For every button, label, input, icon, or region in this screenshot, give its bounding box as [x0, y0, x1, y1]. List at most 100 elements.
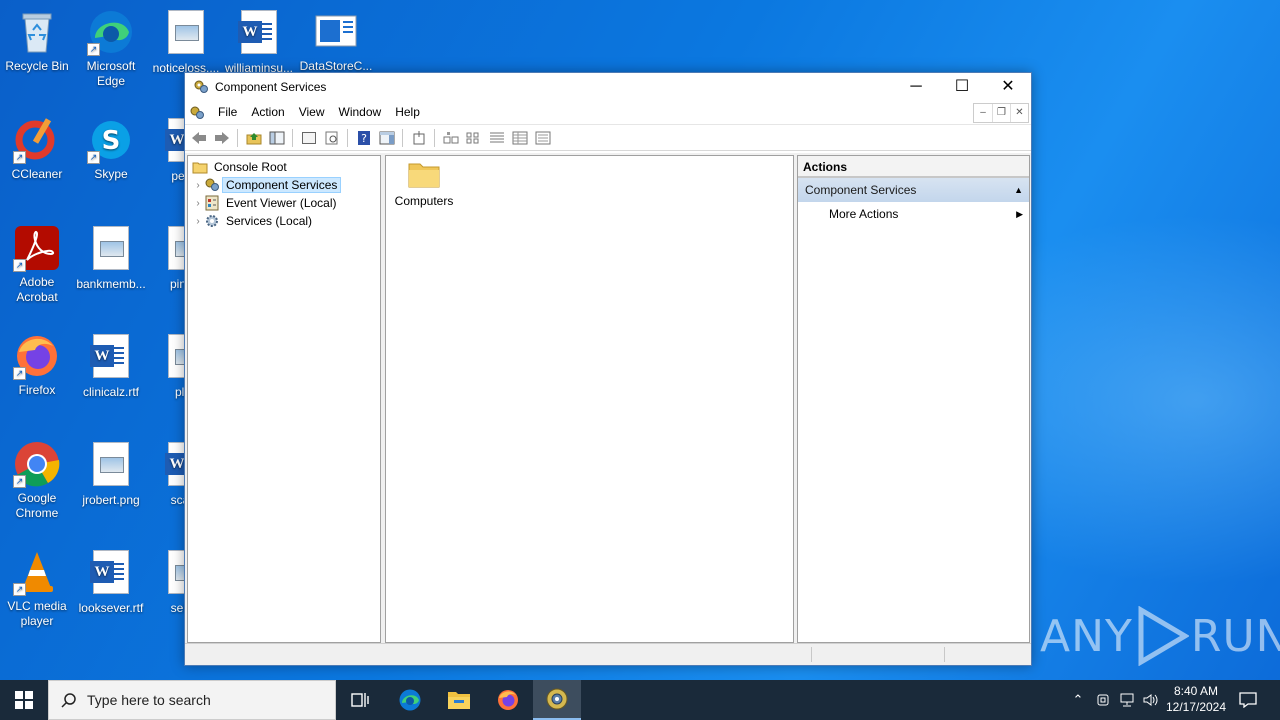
- mmc-icon[interactable]: [189, 105, 205, 121]
- windows-logo-icon: [15, 691, 33, 709]
- taskbar-firefox-button[interactable]: [484, 680, 532, 720]
- desktop-icon-skype[interactable]: S ↗ Skype: [74, 116, 148, 182]
- datastore-icon: [312, 8, 360, 56]
- tray-network-adapter[interactable]: [1092, 680, 1114, 720]
- edge-icon: ↗: [87, 8, 135, 56]
- show-hide-action-pane-button[interactable]: [377, 128, 396, 147]
- search-icon: [61, 693, 76, 708]
- maximize-button[interactable]: ☐: [939, 73, 985, 101]
- toolbar-separator: [237, 128, 238, 147]
- taskbar-clock[interactable]: 8:40 AM 12/17/2024: [1158, 683, 1234, 715]
- desktop-icon-firefox[interactable]: ↗ Firefox: [0, 332, 74, 398]
- desktop-icon-microsoft-edge[interactable]: ↗ Microsoft Edge: [74, 8, 148, 89]
- taskbar-file-explorer-button[interactable]: [435, 680, 483, 720]
- vlc-icon: ↗: [13, 548, 61, 596]
- small-icons-button[interactable]: [464, 128, 483, 147]
- folder-icon: [408, 160, 440, 188]
- tree-item-services-local[interactable]: › Services (Local): [192, 212, 312, 230]
- refresh-button[interactable]: [322, 128, 341, 147]
- watermark-text-right: RUN: [1190, 610, 1280, 662]
- desktop-icon-jrobert[interactable]: jrobert.png: [74, 440, 148, 508]
- desktop-icon-label: clinicalz.rtf: [82, 385, 139, 399]
- desktop-icon-adobe-acrobat[interactable]: ↗ Adobe Acrobat: [0, 224, 74, 305]
- task-view-button[interactable]: [336, 680, 384, 720]
- mdi-restore-button[interactable]: ❐: [992, 104, 1010, 122]
- toolbar: ?: [185, 125, 1031, 151]
- desktop-icon-label: Recycle Bin: [5, 59, 69, 73]
- submenu-arrow-icon: ▶: [1016, 209, 1023, 219]
- action-more-actions[interactable]: More Actions ▶: [798, 202, 1029, 226]
- title-bar[interactable]: Component Services ─ ☐ ✕: [185, 73, 1031, 101]
- taskbar: Type here to search ⌃ 8:40 AM 12/17/2024: [0, 680, 1280, 720]
- tree-item-console-root[interactable]: Console Root: [192, 158, 287, 176]
- chevron-right-icon[interactable]: ›: [192, 180, 204, 191]
- tree-item-component-services[interactable]: › Component Services: [192, 176, 342, 194]
- menu-window[interactable]: Window: [332, 105, 389, 119]
- mdi-controls: – ❐ ✕: [973, 103, 1029, 123]
- close-button[interactable]: ✕: [985, 73, 1031, 101]
- minimize-button[interactable]: ─: [893, 73, 939, 101]
- desktop-icon-recycle-bin[interactable]: Recycle Bin: [0, 8, 74, 74]
- desktop-icon-label: Skype: [94, 167, 128, 181]
- desktop-icon-noticeloss[interactable]: noticeloss....: [149, 8, 223, 76]
- services-gear-icon: [204, 213, 220, 229]
- result-item-computers[interactable]: Computers: [394, 160, 454, 208]
- status-bar: [185, 643, 1031, 665]
- desktop-icon-vlc[interactable]: ↗ VLC media player: [0, 548, 74, 629]
- taskbar-search-box[interactable]: Type here to search: [48, 680, 336, 720]
- tree-item-event-viewer[interactable]: › Event Viewer (Local): [192, 194, 337, 212]
- toolbar-separator: [347, 128, 348, 147]
- image-file-icon: [168, 10, 204, 54]
- new-window-button[interactable]: [409, 128, 428, 147]
- desktop-icon-label: looksever.rtf: [78, 601, 144, 615]
- taskbar-component-services-button[interactable]: [533, 680, 581, 720]
- status-bar-divider: [944, 647, 945, 662]
- export-list-button[interactable]: [533, 128, 552, 147]
- taskbar-edge-button[interactable]: [386, 680, 434, 720]
- properties-button[interactable]: [299, 128, 318, 147]
- back-button[interactable]: [189, 128, 208, 147]
- forward-button[interactable]: [212, 128, 231, 147]
- large-icons-button[interactable]: [441, 128, 460, 147]
- anyrun-watermark: ANY RUN: [1040, 606, 1280, 666]
- desktop-icon-label: Google Chrome: [15, 491, 59, 520]
- desktop-icon-williaminsu[interactable]: W williaminsu...: [222, 8, 296, 76]
- list-view-button[interactable]: [487, 128, 506, 147]
- desktop-icon-label: Firefox: [18, 383, 56, 397]
- task-view-icon: [351, 693, 369, 707]
- chevron-right-icon[interactable]: ›: [192, 198, 204, 209]
- menu-help[interactable]: Help: [388, 105, 427, 119]
- desktop-icon-datastore[interactable]: DataStoreC...: [299, 8, 373, 74]
- desktop-icon-label: VLC media player: [7, 599, 67, 628]
- action-center-button[interactable]: [1234, 680, 1262, 720]
- actions-section-component-services[interactable]: Component Services ▲: [798, 178, 1029, 202]
- desktop-icon-ccleaner[interactable]: ↗ CCleaner: [0, 116, 74, 182]
- chevron-right-icon[interactable]: ›: [192, 216, 204, 227]
- desktop-icon-bankmemb[interactable]: bankmemb...: [74, 224, 148, 292]
- detail-view-button[interactable]: [510, 128, 529, 147]
- play-logo-icon: [1138, 606, 1189, 666]
- show-hide-console-tree-button[interactable]: [267, 128, 286, 147]
- collapse-up-icon[interactable]: ▲: [1014, 178, 1023, 202]
- menu-action[interactable]: Action: [244, 105, 291, 119]
- desktop-icon-looksever[interactable]: W looksever.rtf: [74, 548, 148, 616]
- desktop-icon-google-chrome[interactable]: ↗ Google Chrome: [0, 440, 74, 521]
- mdi-close-button[interactable]: ✕: [1010, 104, 1028, 122]
- tray-network[interactable]: [1116, 680, 1138, 720]
- svg-text:S: S: [102, 126, 121, 156]
- menu-view[interactable]: View: [292, 105, 332, 119]
- up-one-level-button[interactable]: [244, 128, 263, 147]
- show-hidden-icons-button[interactable]: ⌃: [1068, 680, 1088, 720]
- mdi-minimize-button[interactable]: –: [974, 104, 992, 122]
- recycle-bin-icon: [13, 8, 61, 56]
- desktop-icon-clinicalz[interactable]: W clinicalz.rtf: [74, 332, 148, 400]
- console-panes: Console Root › Component Services › Even…: [185, 153, 1031, 643]
- help-button[interactable]: ?: [354, 128, 373, 147]
- menu-file[interactable]: File: [211, 105, 244, 119]
- watermark-text-left: ANY: [1040, 610, 1133, 662]
- file-explorer-icon: [448, 692, 470, 709]
- clock-time: 8:40 AM: [1173, 684, 1219, 698]
- start-button[interactable]: [0, 680, 48, 720]
- edge-icon: [399, 689, 421, 711]
- acrobat-icon: ↗: [13, 224, 61, 272]
